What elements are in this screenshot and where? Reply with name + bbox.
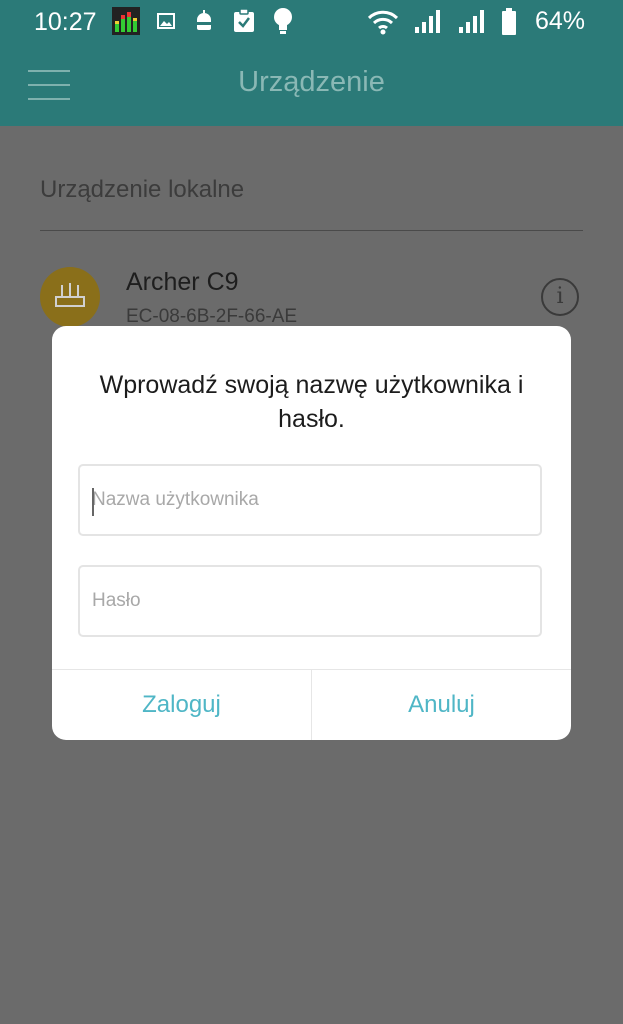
cancel-button[interactable]: Anuluj bbox=[311, 670, 571, 740]
signal-icon bbox=[414, 9, 440, 33]
equalizer-app-icon bbox=[112, 7, 140, 35]
page-title: Urządzenie bbox=[238, 66, 385, 98]
dialog-buttons: Zaloguj Anuluj bbox=[52, 669, 571, 740]
image-notification-icon bbox=[157, 13, 175, 29]
divider bbox=[40, 230, 583, 231]
system-icons: 64% bbox=[367, 7, 585, 36]
router-icon bbox=[40, 267, 100, 327]
app-bar: Urządzenie bbox=[0, 44, 623, 126]
password-field[interactable] bbox=[78, 565, 542, 637]
clipboard-check-icon bbox=[234, 8, 254, 32]
battery-percent: 64% bbox=[534, 7, 585, 35]
device-mac-address: EC-08-6B-2F-66-AE bbox=[126, 306, 298, 327]
dialog-title: Wprowadź swoją nazwę użytkownika i hasło… bbox=[99, 371, 524, 433]
android-notification-icon bbox=[197, 10, 211, 30]
password-input[interactable] bbox=[80, 567, 540, 635]
info-icon[interactable]: i bbox=[541, 278, 579, 316]
username-input[interactable] bbox=[80, 466, 540, 534]
status-bar: 10:27 64% bbox=[0, 0, 623, 44]
status-time: 10:27 bbox=[34, 8, 97, 36]
device-name: Archer C9 bbox=[126, 268, 239, 296]
section-header: Urządzenie lokalne bbox=[40, 176, 245, 203]
login-dialog: Wprowadź swoją nazwę użytkownika i hasło… bbox=[52, 326, 571, 740]
notification-icons bbox=[112, 7, 294, 35]
battery-icon bbox=[501, 7, 516, 35]
wifi-icon bbox=[367, 10, 399, 34]
username-field[interactable] bbox=[78, 464, 542, 536]
text-cursor bbox=[92, 488, 94, 516]
signal-icon bbox=[458, 9, 484, 33]
login-button[interactable]: Zaloguj bbox=[52, 670, 311, 740]
lightbulb-icon bbox=[274, 8, 292, 34]
